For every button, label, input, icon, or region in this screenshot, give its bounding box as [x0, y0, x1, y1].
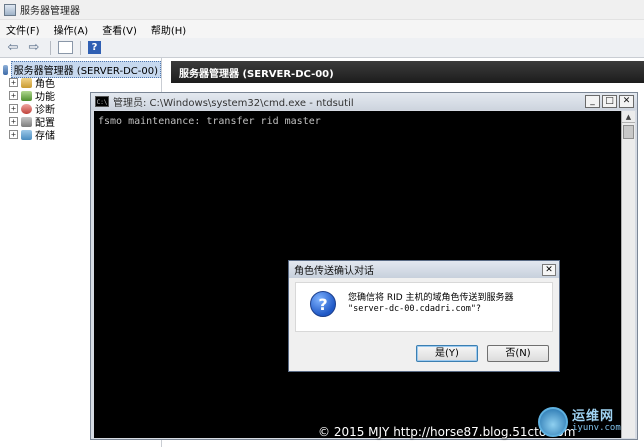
- back-arrow-icon[interactable]: ⇦: [4, 40, 22, 56]
- diagnostics-icon: [21, 103, 32, 114]
- show-hide-tree-icon[interactable]: [58, 41, 73, 54]
- tree-root-label: 服务器管理器 (SERVER-DC-00): [10, 61, 161, 78]
- window-controls: _ □ ✕: [585, 95, 637, 108]
- dialog-buttons: 是(Y) 否(N): [295, 345, 553, 362]
- storage-icon: [21, 129, 32, 140]
- cmd-titlebar[interactable]: C:\ 管理员: C:\Windows\system32\cmd.exe - n…: [91, 93, 637, 110]
- expand-icon[interactable]: +: [9, 91, 18, 100]
- role-transfer-dialog[interactable]: 角色传送确认对话 ✕ ? 您确信将 RID 主机的域角色传送到服务器 "serv…: [288, 260, 560, 372]
- expand-icon[interactable]: +: [9, 130, 18, 139]
- tree-item-label: 存储: [35, 131, 55, 142]
- logo-subtext: iyunv.com: [572, 423, 621, 433]
- cmd-icon: C:\: [95, 96, 109, 107]
- cmd-title: 管理员: C:\Windows\system32\cmd.exe - ntdsu…: [113, 98, 354, 109]
- site-logo: 运维网 iyunv.com: [538, 403, 638, 443]
- details-header: 服务器管理器 (SERVER-DC-00): [171, 61, 644, 83]
- menu-help[interactable]: 帮助(H): [151, 22, 186, 37]
- menu-action[interactable]: 操作(A): [54, 22, 89, 37]
- dialog-title: 角色传送确认对话: [294, 266, 374, 277]
- roles-icon: [21, 77, 32, 88]
- menu-view[interactable]: 查看(V): [102, 22, 137, 37]
- menu-file[interactable]: 文件(F): [6, 22, 40, 37]
- logo-text: 运维网: [572, 409, 615, 424]
- no-button[interactable]: 否(N): [487, 345, 549, 362]
- minimize-icon[interactable]: _: [585, 95, 600, 108]
- menu-bar: 文件(F) 操作(A) 查看(V) 帮助(H): [0, 20, 644, 38]
- question-icon: ?: [310, 291, 336, 317]
- dialog-message-line2: "server-dc-00.cdadri.com"?: [348, 304, 482, 314]
- configuration-icon: [21, 116, 32, 127]
- help-icon[interactable]: ?: [88, 41, 101, 54]
- dialog-message: 您确信将 RID 主机的域角色传送到服务器 "server-dc-00.cdad…: [348, 293, 548, 315]
- yes-button[interactable]: 是(Y): [416, 345, 478, 362]
- console-scrollbar[interactable]: ▲: [621, 111, 635, 438]
- window-title: 服务器管理器: [20, 6, 80, 17]
- server-icon: [3, 64, 8, 75]
- logo-icon: [538, 407, 568, 437]
- dialog-message-area: ? 您确信将 RID 主机的域角色传送到服务器 "server-dc-00.cd…: [295, 282, 553, 332]
- features-icon: [21, 90, 32, 101]
- close-icon[interactable]: ✕: [619, 95, 634, 108]
- dialog-message-line1: 您确信将 RID 主机的域角色传送到服务器: [348, 293, 514, 303]
- forward-arrow-icon[interactable]: ⇨: [25, 40, 43, 56]
- server-manager-icon: [4, 3, 16, 16]
- expand-icon[interactable]: +: [9, 117, 18, 126]
- toolbar-separator: [50, 40, 51, 55]
- window-titlebar: 服务器管理器: [0, 0, 644, 20]
- scroll-up-icon[interactable]: ▲: [622, 111, 635, 123]
- toolbar: ⇦ ⇨ ?: [0, 38, 644, 58]
- expand-icon[interactable]: +: [9, 104, 18, 113]
- copyright-watermark: © 2015 MJY http://horse87.blog.51cto.com: [318, 425, 576, 439]
- toolbar-separator: [80, 40, 81, 55]
- expand-icon[interactable]: +: [9, 78, 18, 87]
- tree-item-root[interactable]: 服务器管理器 (SERVER-DC-00): [0, 61, 161, 78]
- close-icon[interactable]: ✕: [542, 263, 556, 276]
- maximize-icon[interactable]: □: [602, 95, 617, 108]
- dialog-titlebar[interactable]: 角色传送确认对话 ✕: [289, 261, 559, 278]
- scroll-thumb[interactable]: [623, 125, 634, 139]
